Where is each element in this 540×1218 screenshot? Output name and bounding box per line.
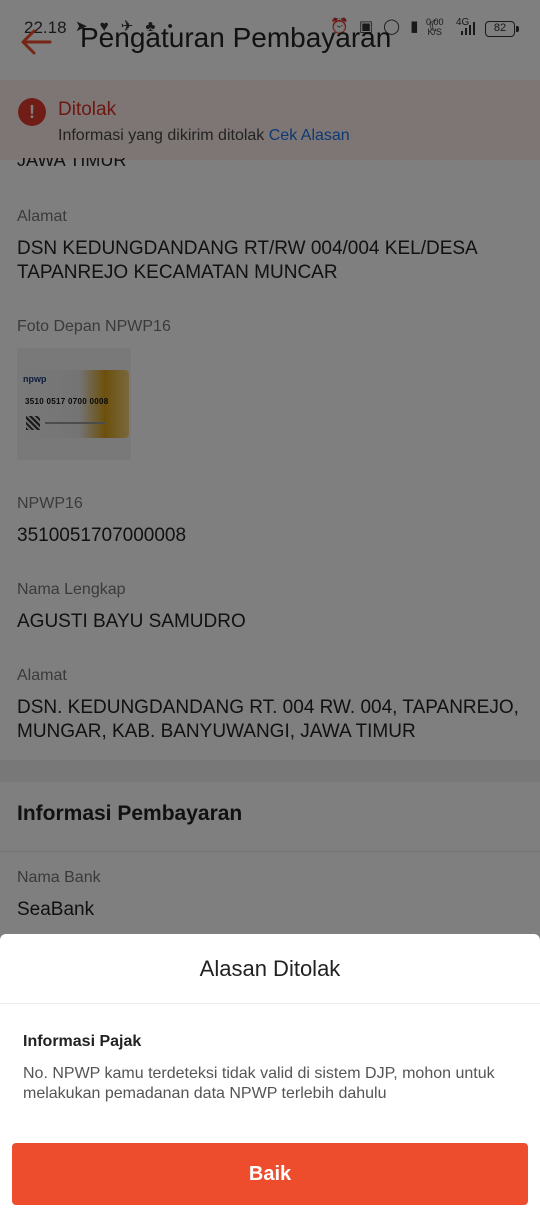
reason-category: Informasi Pajak (23, 1033, 142, 1050)
rejection-reason-sheet: Alasan Ditolak Informasi Pajak No. NPWP … (0, 934, 540, 1218)
reason-description: No. NPWP kamu terdeteksi tidak valid di … (23, 1065, 495, 1102)
sheet-divider (0, 1003, 540, 1004)
sheet-title: Alasan Ditolak (199, 956, 341, 981)
ok-button[interactable]: Baik (12, 1143, 528, 1205)
